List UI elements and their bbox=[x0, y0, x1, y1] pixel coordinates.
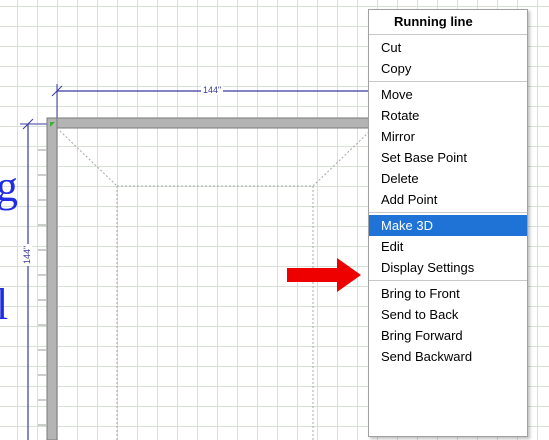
side-text-letter: g bbox=[0, 162, 18, 211]
menu-item-move[interactable]: Move bbox=[369, 84, 527, 105]
dimension-label-horizontal: 144" bbox=[201, 85, 224, 95]
menu-item-rotate[interactable]: Rotate bbox=[369, 105, 527, 126]
menu-item-edit[interactable]: Edit bbox=[369, 236, 527, 257]
menu-item-bring-forward[interactable]: Bring Forward bbox=[369, 325, 527, 346]
dimension-label-vertical: 144" bbox=[22, 243, 32, 266]
menu-group-clipboard: Cut Copy bbox=[369, 35, 527, 82]
menu-item-add-point[interactable]: Add Point bbox=[369, 189, 527, 210]
wall-top bbox=[46, 117, 373, 129]
context-menu: Running line Cut Copy Move Rotate Mirror… bbox=[368, 9, 528, 437]
menu-item-make-3d[interactable]: Make 3D bbox=[369, 215, 527, 236]
menu-item-copy[interactable]: Copy bbox=[369, 58, 527, 79]
menu-item-cut[interactable]: Cut bbox=[369, 37, 527, 58]
menu-group-edit: Make 3D Edit Display Settings bbox=[369, 213, 527, 281]
side-text-letter: l bbox=[0, 280, 9, 329]
context-menu-title: Running line bbox=[369, 10, 527, 35]
menu-item-display-settings[interactable]: Display Settings bbox=[369, 257, 527, 278]
menu-item-send-to-back[interactable]: Send to Back bbox=[369, 304, 527, 325]
menu-item-delete[interactable]: Delete bbox=[369, 168, 527, 189]
menu-group-order: Bring to Front Send to Back Bring Forwar… bbox=[369, 281, 527, 369]
menu-item-mirror[interactable]: Mirror bbox=[369, 126, 527, 147]
menu-item-set-base-point[interactable]: Set Base Point bbox=[369, 147, 527, 168]
wall-left bbox=[46, 117, 58, 440]
menu-item-bring-to-front[interactable]: Bring to Front bbox=[369, 283, 527, 304]
red-arrow-icon bbox=[287, 258, 361, 292]
menu-group-transform: Move Rotate Mirror Set Base Point Delete… bbox=[369, 82, 527, 213]
menu-item-send-backward[interactable]: Send Backward bbox=[369, 346, 527, 367]
